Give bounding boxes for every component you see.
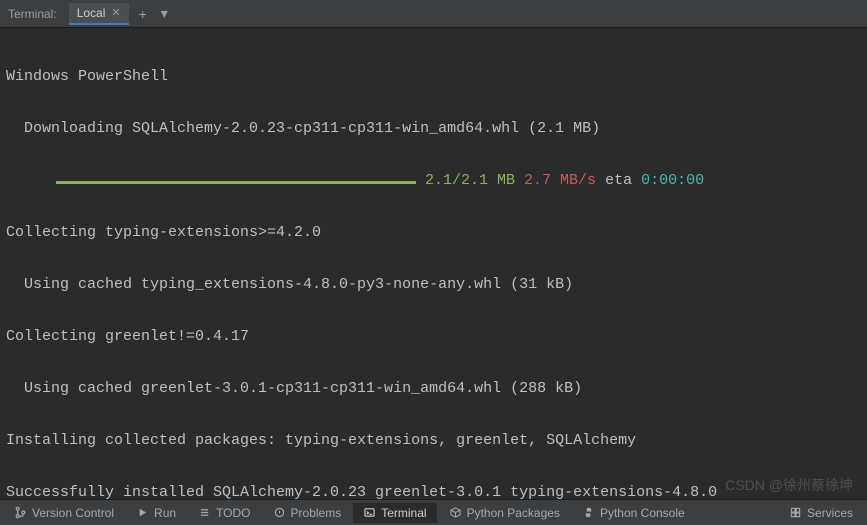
tab-label: Local bbox=[77, 6, 106, 20]
output-line: Windows PowerShell bbox=[6, 64, 861, 90]
terminal-icon bbox=[363, 506, 376, 519]
progress-bar-icon bbox=[56, 181, 416, 184]
bottom-toolbar: Version Control Run TODO Problems Termin… bbox=[0, 499, 867, 525]
python-icon bbox=[582, 506, 595, 519]
tool-run[interactable]: Run bbox=[126, 503, 186, 523]
progress-speed: 2.7 MB/s bbox=[524, 172, 596, 189]
output-line: Collecting typing-extensions>=4.2.0 bbox=[6, 220, 861, 246]
output-line: Using cached greenlet-3.0.1-cp311-cp311-… bbox=[6, 376, 861, 402]
output-line: Using cached typing_extensions-4.8.0-py3… bbox=[6, 272, 861, 298]
terminal-tab-local[interactable]: Local ✕ bbox=[69, 3, 129, 25]
terminal-header: Terminal: Local ✕ + ▾ bbox=[0, 0, 867, 28]
tool-services[interactable]: Services bbox=[779, 503, 863, 523]
package-icon bbox=[449, 506, 462, 519]
close-icon[interactable]: ✕ bbox=[111, 6, 120, 19]
tool-python-packages[interactable]: Python Packages bbox=[439, 503, 570, 523]
play-icon bbox=[136, 506, 149, 519]
list-icon bbox=[198, 506, 211, 519]
tab-dropdown-button[interactable]: ▾ bbox=[157, 5, 172, 22]
warning-icon bbox=[273, 506, 286, 519]
tool-python-console[interactable]: Python Console bbox=[572, 503, 695, 523]
branch-icon bbox=[14, 506, 27, 519]
progress-line: 2.1/2.1 MB 2.7 MB/s eta 0:00:00 bbox=[6, 168, 861, 194]
output-line: Installing collected packages: typing-ex… bbox=[6, 428, 861, 454]
tool-version-control[interactable]: Version Control bbox=[4, 503, 124, 523]
services-icon bbox=[789, 506, 802, 519]
output-line: Successfully installed SQLAlchemy-2.0.23… bbox=[6, 480, 861, 499]
output-line: Collecting greenlet!=0.4.17 bbox=[6, 324, 861, 350]
output-line: Downloading SQLAlchemy-2.0.23-cp311-cp31… bbox=[6, 116, 861, 142]
tool-problems[interactable]: Problems bbox=[263, 503, 352, 523]
add-tab-button[interactable]: + bbox=[135, 6, 151, 22]
panel-title: Terminal: bbox=[8, 7, 63, 21]
tool-todo[interactable]: TODO bbox=[188, 503, 260, 523]
progress-eta-label: eta bbox=[605, 172, 632, 189]
terminal-output[interactable]: Windows PowerShell Downloading SQLAlchem… bbox=[0, 28, 867, 499]
tool-terminal[interactable]: Terminal bbox=[353, 503, 436, 523]
progress-done: 2.1/2.1 MB bbox=[425, 172, 515, 189]
progress-eta: 0:00:00 bbox=[641, 172, 704, 189]
